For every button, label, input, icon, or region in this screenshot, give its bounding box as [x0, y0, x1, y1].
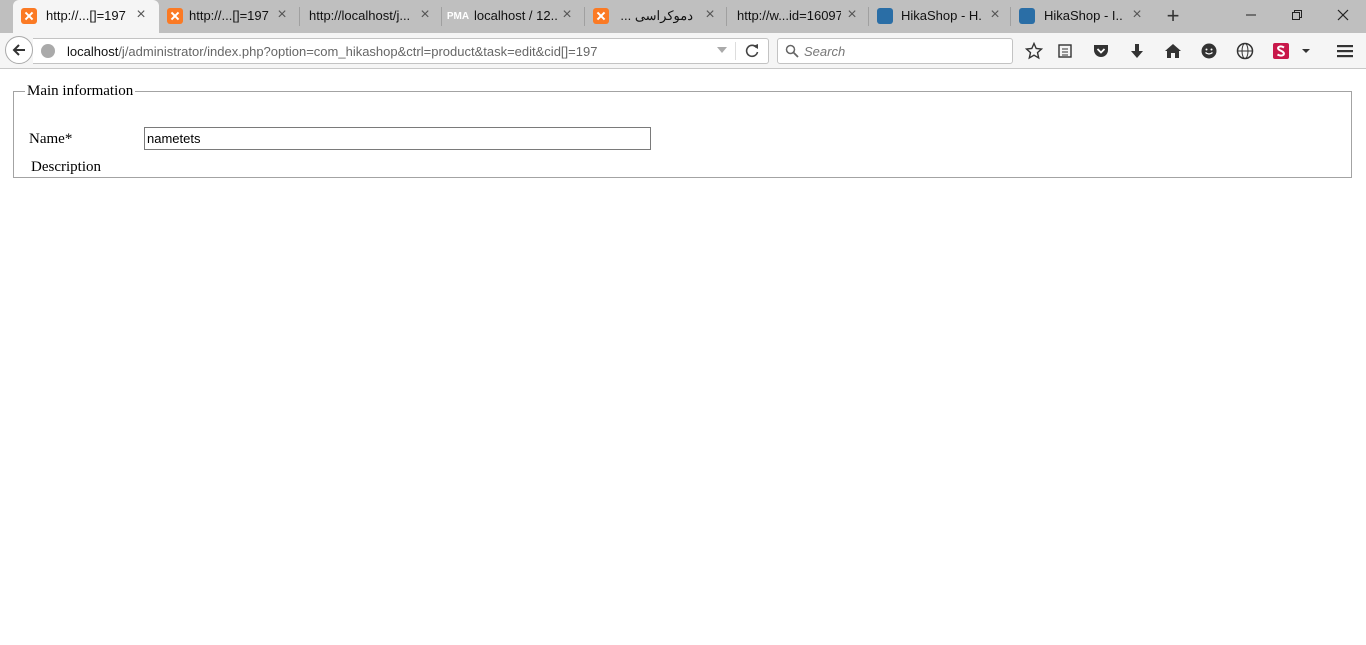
search-placeholder: Search [804, 44, 846, 59]
tab-title: HikaShop - H... [901, 8, 981, 23]
close-tab-icon[interactable]: × [844, 7, 860, 23]
fieldset-legend: Main information [27, 83, 134, 99]
search-icon [785, 44, 799, 58]
close-tab-icon[interactable]: × [133, 7, 149, 23]
home-icon[interactable] [1162, 40, 1184, 62]
tab-title: http://...[]=197 [189, 8, 269, 23]
reload-icon[interactable] [743, 42, 761, 60]
history-dropdown-icon[interactable] [717, 47, 727, 53]
download-icon[interactable] [1126, 40, 1148, 62]
hamburger-menu-icon[interactable] [1334, 40, 1356, 62]
url-separator [735, 42, 736, 60]
page-content: Main information Name* Description [0, 70, 1366, 645]
url-bar[interactable]: localhost/j/administrator/index.php?opti… [33, 38, 769, 64]
tab-1[interactable]: http://...[]=197 × [13, 0, 159, 33]
extension-dropdown-icon[interactable] [1296, 40, 1316, 62]
hello-chat-icon[interactable] [1198, 40, 1220, 62]
tab-title: HikaShop - I... [1044, 8, 1122, 23]
tab-7[interactable]: HikaShop - H... × [869, 0, 1011, 33]
close-tab-icon[interactable]: × [417, 7, 433, 23]
xampp-icon [21, 8, 37, 24]
name-label: Name* [29, 131, 73, 147]
close-tab-icon[interactable]: × [987, 7, 1003, 23]
close-window-icon[interactable] [1320, 0, 1366, 29]
tab-title: http://localhost/j... [309, 8, 411, 23]
tab-2[interactable]: http://...[]=197 × [159, 0, 300, 33]
hikashop-icon [877, 8, 893, 24]
back-button[interactable] [5, 36, 33, 64]
name-input[interactable] [144, 127, 651, 150]
tab-bar: http://...[]=197 × http://...[]=197 × ht… [0, 0, 1366, 33]
navigation-toolbar: localhost/j/administrator/index.php?opti… [0, 33, 1366, 69]
extension-s-icon[interactable] [1270, 40, 1292, 62]
tab-6[interactable]: http://w...id=16097 × [727, 0, 869, 33]
close-tab-icon[interactable]: × [274, 7, 290, 23]
xampp-icon [167, 8, 183, 24]
minimize-icon[interactable] [1228, 0, 1274, 29]
url-path: /j/administrator/index.php?option=com_hi… [118, 44, 598, 59]
new-tab-icon[interactable]: + [1162, 5, 1184, 27]
tab-title: http://...[]=197 [46, 8, 126, 23]
tab-title: localhost / 12... [474, 8, 558, 23]
tab-4[interactable]: PMA localhost / 12... × [442, 0, 585, 33]
close-tab-icon[interactable]: × [1129, 7, 1145, 23]
close-tab-icon[interactable]: × [702, 7, 718, 23]
restore-icon[interactable] [1274, 0, 1320, 29]
close-tab-icon[interactable]: × [559, 7, 575, 23]
back-arrow-icon [12, 44, 25, 56]
bookmark-star-icon[interactable] [1023, 40, 1045, 62]
vpn-globe-icon[interactable] [1234, 40, 1256, 62]
hikashop-icon [1019, 8, 1035, 24]
description-label: Description [31, 159, 101, 175]
xampp-icon [593, 8, 609, 24]
tab-title: دموکراسی ... [620, 8, 693, 23]
tab-title: http://w...id=16097 [737, 8, 841, 23]
tab-8[interactable]: HikaShop - I... × [1011, 0, 1154, 33]
search-box[interactable]: Search [777, 38, 1013, 64]
tab-5[interactable]: دموکراسی ... × [585, 0, 727, 33]
phpmyadmin-icon: PMA [446, 10, 470, 22]
main-information-fieldset: Main information Name* Description [13, 82, 1352, 178]
url-host: localhost [67, 44, 119, 59]
reading-list-icon[interactable] [1054, 40, 1076, 62]
pocket-icon[interactable] [1090, 40, 1112, 62]
url-text[interactable]: localhost/j/administrator/index.php?opti… [67, 44, 597, 59]
globe-icon[interactable] [41, 44, 55, 58]
tab-3[interactable]: http://localhost/j... × [300, 0, 442, 33]
